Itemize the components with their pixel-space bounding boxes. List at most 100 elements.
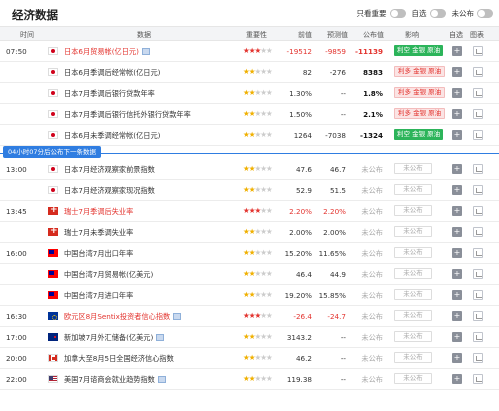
chart-icon[interactable] bbox=[473, 130, 483, 140]
indicator-name[interactable]: 欧元区8月Sentix投资者信心指数 bbox=[64, 312, 182, 322]
add-watchlist-button[interactable]: + bbox=[452, 109, 462, 119]
chart-icon[interactable] bbox=[473, 353, 483, 363]
indicator-name-text[interactable]: 欧元区8月Sentix投资者信心指数 bbox=[64, 312, 170, 321]
table-row[interactable]: 日本7月季调后银行信托外银行贷款年率 ★★★★★ 1.50% -- 2.1% 利多 金银 … bbox=[0, 104, 499, 125]
toggle-watchlist[interactable]: 自选 bbox=[412, 8, 446, 19]
add-watchlist-button[interactable]: + bbox=[452, 290, 462, 300]
add-watchlist-button[interactable]: + bbox=[452, 374, 462, 384]
importance-stars: ★★★★★ bbox=[243, 67, 273, 76]
chart-icon[interactable] bbox=[473, 46, 483, 56]
indicator-name-text[interactable]: 美国7月谘商会就业趋势指数 bbox=[64, 375, 155, 384]
table-row[interactable]: 中国台湾7月进口年率 ★★★★★ 19.20% 15.85% 未公布 未公布 + bbox=[0, 285, 499, 306]
add-watchlist-button[interactable]: + bbox=[452, 164, 462, 174]
chart-icon[interactable] bbox=[473, 109, 483, 119]
video-icon[interactable] bbox=[157, 376, 166, 383]
video-icon[interactable] bbox=[141, 48, 150, 55]
table-row[interactable]: 17:00 新加坡7月外汇储备(亿美元) ★★★★★ 3143.2 -- 未公布 未公布 + bbox=[0, 327, 499, 348]
toggle-unpublished-switch[interactable] bbox=[477, 9, 493, 18]
indicator-name[interactable]: 日本7月季调后银行贷款年率 bbox=[64, 89, 155, 99]
video-icon[interactable] bbox=[173, 313, 182, 320]
row-time: 07:50 bbox=[6, 47, 27, 56]
indicator-name-text[interactable]: 日本7月经济观察家前景指数 bbox=[64, 165, 155, 174]
add-watchlist-button[interactable]: + bbox=[452, 311, 462, 321]
next-release-divider: 04小时07分后公布下一条数据 bbox=[0, 146, 499, 159]
toggle-unpublished[interactable]: 未公布 bbox=[452, 8, 493, 19]
indicator-name[interactable]: 中国台湾7月出口年率 bbox=[64, 249, 133, 259]
table-row[interactable]: 日本6月季调后经常帐(亿日元) ★★★★★ 82 -276 8383 利多 金银 原油 + bbox=[0, 62, 499, 83]
add-watchlist-button[interactable]: + bbox=[452, 46, 462, 56]
indicator-name-text[interactable]: 日本7月经济观察家现况指数 bbox=[64, 186, 155, 195]
indicator-name-text[interactable]: 中国台湾7月出口年率 bbox=[64, 249, 133, 258]
table-row[interactable]: 13:00 日本7月经济观察家前景指数 ★★★★★ 47.6 46.7 未公布 未公布 + bbox=[0, 159, 499, 180]
indicator-name-text[interactable]: 日本7月季调后银行贷款年率 bbox=[64, 89, 155, 98]
add-watchlist-button[interactable]: + bbox=[452, 227, 462, 237]
table-row[interactable]: 20:00 加拿大至8月5日全国经济信心指数 ★★★★★ 46.2 -- 未公布 未公布 + bbox=[0, 348, 499, 369]
add-watchlist-button[interactable]: + bbox=[452, 67, 462, 77]
indicator-name[interactable]: 日本6月贸易帐(亿日元) bbox=[64, 47, 150, 57]
indicator-name[interactable]: 瑞士7月季调后失业率 bbox=[64, 207, 133, 217]
row-time: 20:00 bbox=[6, 354, 27, 363]
table-row[interactable]: 13:45瑞士7月季调后失业率★★★★★2.20%2.20%未公布未公布+ bbox=[0, 201, 499, 222]
indicator-name[interactable]: 日本7月经济观察家前景指数 bbox=[64, 165, 155, 175]
importance-stars: ★★★★★ bbox=[243, 185, 273, 194]
add-watchlist-button[interactable]: + bbox=[452, 269, 462, 279]
chart-icon[interactable] bbox=[473, 67, 483, 77]
chart-icon[interactable] bbox=[473, 311, 483, 321]
table-row[interactable]: 16:00 中国台湾7月出口年率 ★★★★★ 15.20% 11.65% 未公布 未公布 + bbox=[0, 243, 499, 264]
chart-icon[interactable] bbox=[473, 269, 483, 279]
video-icon[interactable] bbox=[156, 334, 165, 341]
indicator-name-text[interactable]: 新加坡7月外汇储备(亿美元) bbox=[64, 333, 153, 342]
indicator-name-text[interactable]: 日本6月未季调经常帐(亿日元) bbox=[64, 131, 160, 140]
chart-icon[interactable] bbox=[473, 248, 483, 258]
indicator-name[interactable]: 中国台湾7月贸易帐(亿美元) bbox=[64, 270, 153, 280]
add-watchlist-button[interactable]: + bbox=[452, 185, 462, 195]
table-row[interactable]: 16:30 欧元区8月Sentix投资者信心指数 ★★★★★ -26.4 -24.7 未公… bbox=[0, 306, 499, 327]
table-row[interactable]: 日本7月经济观察家现况指数 ★★★★★ 52.9 51.5 未公布 未公布 + bbox=[0, 180, 499, 201]
add-watchlist-button[interactable]: + bbox=[452, 248, 462, 258]
chart-icon[interactable] bbox=[473, 185, 483, 195]
add-watchlist-button[interactable]: + bbox=[452, 88, 462, 98]
indicator-name[interactable]: 日本7月经济观察家现况指数 bbox=[64, 186, 155, 196]
indicator-name[interactable]: 加拿大至8月5日全国经济信心指数 bbox=[64, 354, 174, 364]
add-watchlist-button[interactable]: + bbox=[452, 332, 462, 342]
indicator-name[interactable]: 日本7月季调后银行信托外银行贷款年率 bbox=[64, 110, 191, 120]
table-row[interactable]: 日本7月季调后银行贷款年率 ★★★★★ 1.30% -- 1.8% 利多 金银 原油 + bbox=[0, 83, 499, 104]
add-watchlist-button[interactable]: + bbox=[452, 206, 462, 216]
row-time: 22:00 bbox=[6, 375, 27, 384]
chart-icon[interactable] bbox=[473, 206, 483, 216]
table-row[interactable]: 日本6月未季调经常帐(亿日元) ★★★★★ 1264 -7038 -1324 利空 金银 … bbox=[0, 125, 499, 146]
col-effect[interactable]: 影响 bbox=[405, 30, 419, 40]
indicator-name[interactable]: 美国7月谘商会就业趋势指数 bbox=[64, 375, 166, 385]
indicator-name[interactable]: 瑞士7月未季调失业率 bbox=[64, 228, 133, 238]
indicator-name-text[interactable]: 日本6月贸易帐(亿日元) bbox=[64, 47, 139, 56]
indicator-name-text[interactable]: 瑞士7月未季调失业率 bbox=[64, 228, 133, 237]
chart-icon[interactable] bbox=[473, 332, 483, 342]
effect-badge: 未公布 bbox=[394, 331, 432, 342]
chart-icon[interactable] bbox=[473, 88, 483, 98]
indicator-name[interactable]: 日本6月未季调经常帐(亿日元) bbox=[64, 131, 160, 141]
indicator-name-text[interactable]: 加拿大至8月5日全国经济信心指数 bbox=[64, 354, 174, 363]
table-row[interactable]: 瑞士7月未季调失业率★★★★★2.00%2.00%未公布未公布+ bbox=[0, 222, 499, 243]
chart-icon[interactable] bbox=[473, 290, 483, 300]
toggle-important[interactable]: 只看重要 bbox=[357, 8, 406, 19]
indicator-name-text[interactable]: 日本6月季调后经常帐(亿日元) bbox=[64, 68, 160, 77]
table-row[interactable]: 中国台湾7月贸易帐(亿美元) ★★★★★ 46.4 44.9 未公布 未公布 + bbox=[0, 264, 499, 285]
table-row[interactable]: 22:00 美国7月谘商会就业趋势指数 ★★★★★ 119.38 -- 未公布 未公布 + bbox=[0, 369, 499, 390]
add-watchlist-button[interactable]: + bbox=[452, 130, 462, 140]
indicator-name-text[interactable]: 中国台湾7月进口年率 bbox=[64, 291, 133, 300]
indicator-name[interactable]: 中国台湾7月进口年率 bbox=[64, 291, 133, 301]
add-watchlist-button[interactable]: + bbox=[452, 353, 462, 363]
indicator-name-text[interactable]: 瑞士7月季调后失业率 bbox=[64, 207, 133, 216]
toggle-important-switch[interactable] bbox=[389, 9, 406, 18]
toggle-watchlist-switch[interactable] bbox=[429, 9, 446, 18]
chart-icon[interactable] bbox=[473, 227, 483, 237]
indicator-name[interactable]: 日本6月季调后经常帐(亿日元) bbox=[64, 68, 160, 78]
table-row[interactable]: 07:50 日本6月贸易帐(亿日元) ★★★★★ -19512 -9859 -11139 利… bbox=[0, 41, 499, 62]
chart-icon[interactable] bbox=[473, 374, 483, 384]
actual-value: 2.1% bbox=[363, 110, 383, 119]
indicator-name-text[interactable]: 中国台湾7月贸易帐(亿美元) bbox=[64, 270, 153, 279]
indicator-name-text[interactable]: 日本7月季调后银行信托外银行贷款年率 bbox=[64, 110, 191, 119]
star-icon: ★ bbox=[265, 248, 273, 257]
chart-icon[interactable] bbox=[473, 164, 483, 174]
indicator-name[interactable]: 新加坡7月外汇储备(亿美元) bbox=[64, 333, 165, 343]
